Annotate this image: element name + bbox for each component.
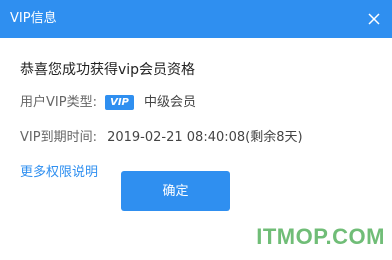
vip-badge: VIP (105, 95, 134, 110)
vip-expire-row: VIP到期时间: 2019-02-21 08:40:08(剩余8天) (20, 129, 303, 147)
vip-type-row: 用户VIP类型: VIP 中级会员 (20, 94, 196, 112)
dialog-titlebar: VIP信息 (0, 0, 392, 38)
dialog-title: VIP信息 (10, 11, 57, 26)
vip-expire-label: VIP到期时间: (20, 130, 97, 145)
congrats-message: 恭喜您成功获得vip会员资格 (20, 62, 196, 78)
vip-level-value: 中级会员 (144, 95, 197, 110)
watermark-logo: ITMOP.COM (256, 224, 385, 249)
confirm-button[interactable]: 确定 (121, 171, 230, 211)
vip-expire-value: 2019-02-21 08:40:08(剩余8天) (107, 130, 303, 145)
vip-info-dialog: VIP信息 恭喜您成功获得vip会员资格 用户VIP类型: VIP 中级会员 V… (0, 0, 392, 260)
close-icon[interactable] (363, 8, 385, 30)
vip-type-label: 用户VIP类型: (20, 95, 97, 110)
more-permissions-link[interactable]: 更多权限说明 (20, 164, 98, 182)
